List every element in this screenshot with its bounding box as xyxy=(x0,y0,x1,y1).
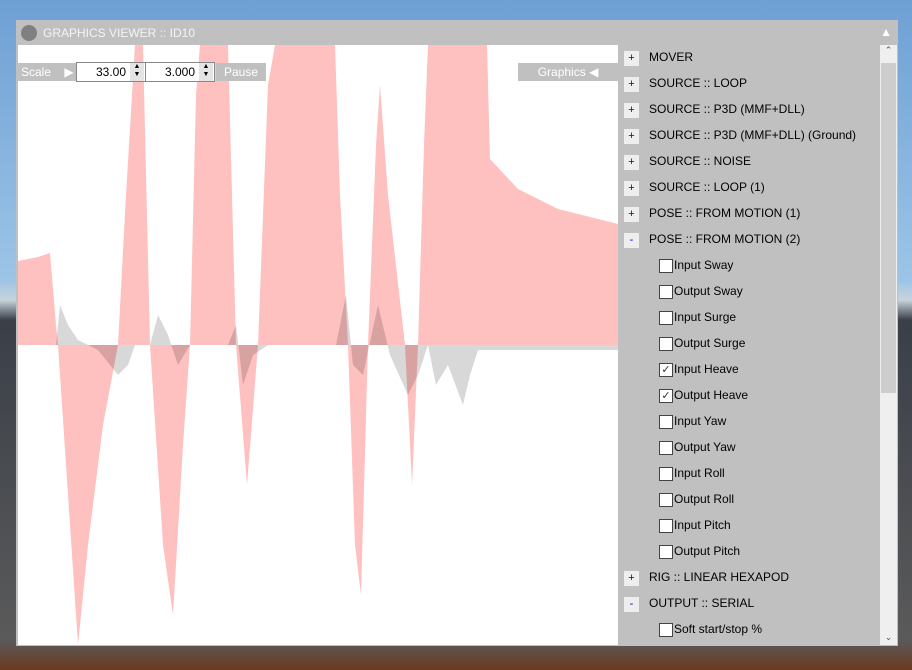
channel-checkbox[interactable]: Output Pitch xyxy=(618,539,880,565)
scale-spinner[interactable]: ▲ ▼ xyxy=(130,63,144,81)
checkbox[interactable] xyxy=(659,493,673,507)
group-label: RIG :: LINEAR HEXAPOD xyxy=(649,570,790,584)
checkbox[interactable]: ✓ xyxy=(659,389,673,403)
checkbox[interactable] xyxy=(659,519,673,533)
offset-spinner[interactable]: ▲ ▼ xyxy=(199,63,213,81)
graphics-button[interactable]: Graphics ◀ xyxy=(518,63,618,81)
group-label: POSE :: FROM MOTION (2) xyxy=(649,232,801,246)
tree-group[interactable]: + POSE :: FROM MOTION (1) xyxy=(618,201,880,227)
group-label: SOURCE :: NOISE xyxy=(649,154,752,168)
checkbox-label: Input Pitch xyxy=(674,518,731,532)
checkbox[interactable] xyxy=(659,259,673,273)
tree-group[interactable]: + SOURCE :: NOISE xyxy=(618,149,880,175)
expand-icon[interactable]: + xyxy=(624,181,639,196)
scrollbar-thumb[interactable] xyxy=(881,63,896,393)
channel-checkbox[interactable]: ✓ Output Heave xyxy=(618,383,880,409)
title-bar[interactable]: GRAPHICS VIEWER :: ID10 ▲ xyxy=(16,20,898,45)
checkbox[interactable] xyxy=(659,467,673,481)
checkbox[interactable] xyxy=(659,623,673,637)
tree-group[interactable]: - POSE :: FROM MOTION (2) xyxy=(618,227,880,253)
channel-checkbox[interactable]: Input Roll xyxy=(618,461,880,487)
group-label: SOURCE :: P3D (MMF+DLL) (Ground) xyxy=(649,128,857,142)
scrollbar[interactable]: ⌃ ⌄ xyxy=(880,45,897,645)
group-label: MOVER xyxy=(649,50,694,64)
channel-checkbox[interactable]: ✓ Input Heave xyxy=(618,357,880,383)
group-label: SOURCE :: P3D (MMF+DLL) xyxy=(649,102,805,116)
channel-tree: + MOVER + SOURCE :: LOOP + SOURCE :: P3D (MMF… xyxy=(618,45,880,645)
checkbox-label: Input Heave xyxy=(674,362,739,376)
tree-group[interactable]: + MOVER xyxy=(618,45,880,71)
tree-group[interactable]: + SOURCE :: LOOP (1) xyxy=(618,175,880,201)
channel-checkbox[interactable]: Input Sway xyxy=(618,253,880,279)
checkbox[interactable] xyxy=(659,285,673,299)
expand-icon[interactable]: + xyxy=(624,207,639,222)
play-icon: ▶ xyxy=(64,65,74,79)
pause-button[interactable]: Pause xyxy=(216,63,266,81)
collapse-triangle-icon[interactable]: ▲ xyxy=(880,25,892,39)
collapse-icon[interactable]: - xyxy=(624,597,639,612)
expand-icon[interactable]: + xyxy=(624,103,639,118)
checkbox-label: Output Sway xyxy=(674,284,743,298)
group-label: OUTPUT :: SERIAL xyxy=(649,596,755,610)
graphics-viewer-window: GRAPHICS VIEWER :: ID10 ▲ Scale ▶ 33.00 … xyxy=(16,20,898,646)
tree-group[interactable]: + RIG :: LINEAR HEXAPOD xyxy=(618,565,880,591)
channel-checkbox[interactable]: Output Sway xyxy=(618,279,880,305)
window-title: GRAPHICS VIEWER :: ID10 xyxy=(43,26,196,40)
checkbox-label: Output Surge xyxy=(674,336,746,350)
group-label: POSE :: FROM MOTION (1) xyxy=(649,206,801,220)
channel-checkbox[interactable]: Input Pitch xyxy=(618,513,880,539)
checkbox-label: Output Heave xyxy=(674,388,749,402)
tree-group[interactable]: + SOURCE :: P3D (MMF+DLL) xyxy=(618,97,880,123)
checkbox[interactable] xyxy=(659,441,673,455)
scroll-up-icon[interactable]: ⌃ xyxy=(880,45,897,56)
graphics-label: Graphics xyxy=(537,65,586,79)
checkbox[interactable] xyxy=(659,337,673,351)
channel-checkbox[interactable]: Input Surge xyxy=(618,305,880,331)
checkbox-label: Output Yaw xyxy=(674,440,736,454)
checkbox-label: Soft start/stop % xyxy=(674,622,763,636)
channel-checkbox[interactable]: Output Roll xyxy=(618,487,880,513)
checkbox-label: Input Roll xyxy=(674,466,725,480)
group-label: SOURCE :: LOOP (1) xyxy=(649,180,765,194)
expand-icon[interactable]: + xyxy=(624,51,639,66)
channel-checkbox[interactable]: Output Yaw xyxy=(618,435,880,461)
scale-toggle[interactable]: Scale ▶ xyxy=(18,63,79,81)
expand-icon[interactable]: + xyxy=(624,129,639,144)
expand-icon[interactable]: + xyxy=(624,77,639,92)
checkbox-label: Output Pitch xyxy=(674,544,741,558)
scale-label: Scale xyxy=(21,65,52,79)
collapse-icon[interactable]: - xyxy=(624,233,639,248)
checkbox[interactable] xyxy=(659,311,673,325)
tree-group[interactable]: + SOURCE :: LOOP xyxy=(618,71,880,97)
collapse-left-icon: ◀ xyxy=(589,65,599,79)
checkbox-label: Output Roll xyxy=(674,492,735,506)
tree-group[interactable]: + SOURCE :: P3D (MMF+DLL) (Ground) xyxy=(618,123,880,149)
tree-group[interactable]: - OUTPUT :: SERIAL xyxy=(618,591,880,617)
heave-chart xyxy=(18,45,618,645)
checkbox[interactable]: ✓ xyxy=(659,363,673,377)
channel-checkbox[interactable]: Output Surge xyxy=(618,331,880,357)
scroll-down-icon[interactable]: ⌄ xyxy=(880,632,897,643)
graph-area: Scale ▶ 33.00 ▲ ▼ 3.000 ▲ ▼ Pause Graphics… xyxy=(18,45,618,645)
checkbox[interactable] xyxy=(659,545,673,559)
checkbox-label: Input Yaw xyxy=(674,414,727,428)
checkbox-label: Input Sway xyxy=(674,258,734,272)
group-label: SOURCE :: LOOP xyxy=(649,76,748,90)
channel-checkbox[interactable]: Input Yaw xyxy=(618,409,880,435)
app-logo-icon xyxy=(21,25,37,41)
checkbox-label: Input Surge xyxy=(674,310,737,324)
checkbox[interactable] xyxy=(659,415,673,429)
expand-icon[interactable]: + xyxy=(624,571,639,586)
channel-checkbox[interactable]: Soft start/stop % xyxy=(618,617,880,643)
expand-icon[interactable]: + xyxy=(624,155,639,170)
